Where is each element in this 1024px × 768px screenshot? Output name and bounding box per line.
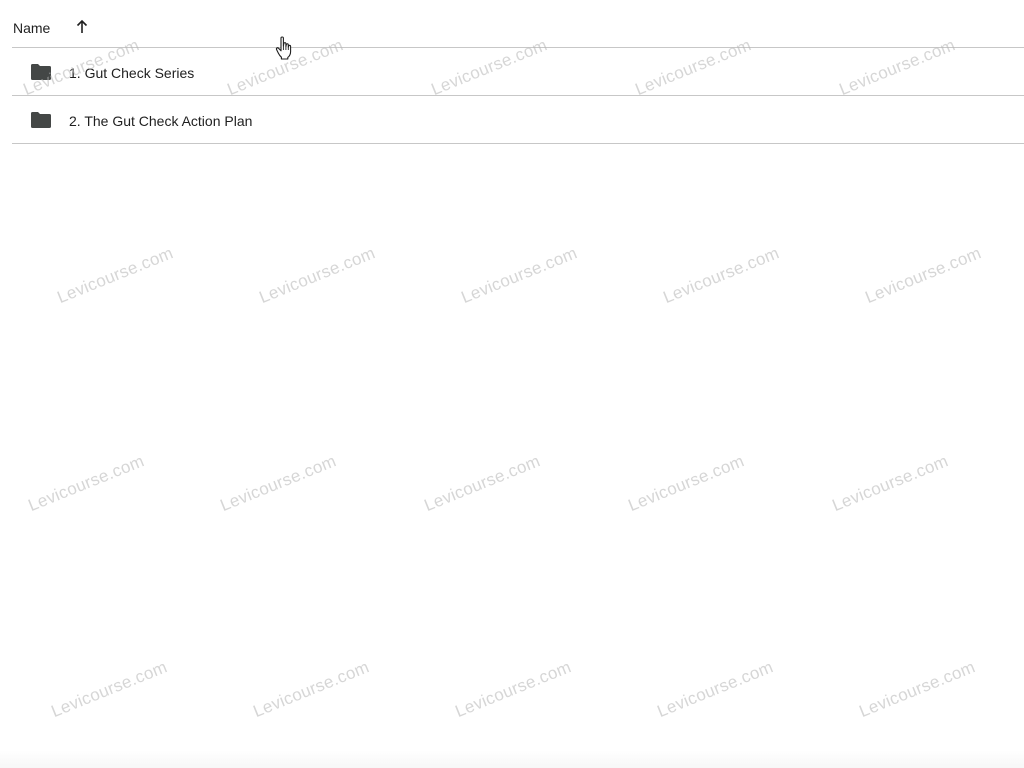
file-list-view: Name 1. Gut Check Series 2. The Gut Chec… [0, 0, 1024, 768]
watermark-text: Levicourse.com [856, 657, 978, 722]
folder-row[interactable]: 1. Gut Check Series [12, 48, 1024, 96]
list-header: Name [12, 0, 1024, 48]
watermark-text: Levicourse.com [862, 243, 984, 308]
watermark-text: Levicourse.com [48, 657, 170, 722]
watermark-text: Levicourse.com [458, 243, 580, 308]
folder-icon [30, 63, 52, 81]
watermark-text: Levicourse.com [654, 657, 776, 722]
folder-row[interactable]: 2. The Gut Check Action Plan [12, 96, 1024, 144]
watermark-text: Levicourse.com [256, 243, 378, 308]
watermark-text: Levicourse.com [421, 451, 543, 516]
folder-icon [30, 111, 52, 129]
name-column-header[interactable]: Name [13, 20, 50, 36]
watermark-text: Levicourse.com [250, 657, 372, 722]
watermark-text: Levicourse.com [660, 243, 782, 308]
watermark-text: Levicourse.com [625, 451, 747, 516]
folder-name[interactable]: 2. The Gut Check Action Plan [69, 113, 252, 129]
watermark-text: Levicourse.com [452, 657, 574, 722]
watermark-text: Levicourse.com [217, 451, 339, 516]
bottom-edge [0, 750, 1024, 768]
watermark-text: Levicourse.com [829, 451, 951, 516]
folder-name[interactable]: 1. Gut Check Series [69, 65, 194, 81]
arrow-up-icon[interactable] [74, 19, 90, 35]
watermark-text: Levicourse.com [25, 451, 147, 516]
watermark-text: Levicourse.com [54, 243, 176, 308]
